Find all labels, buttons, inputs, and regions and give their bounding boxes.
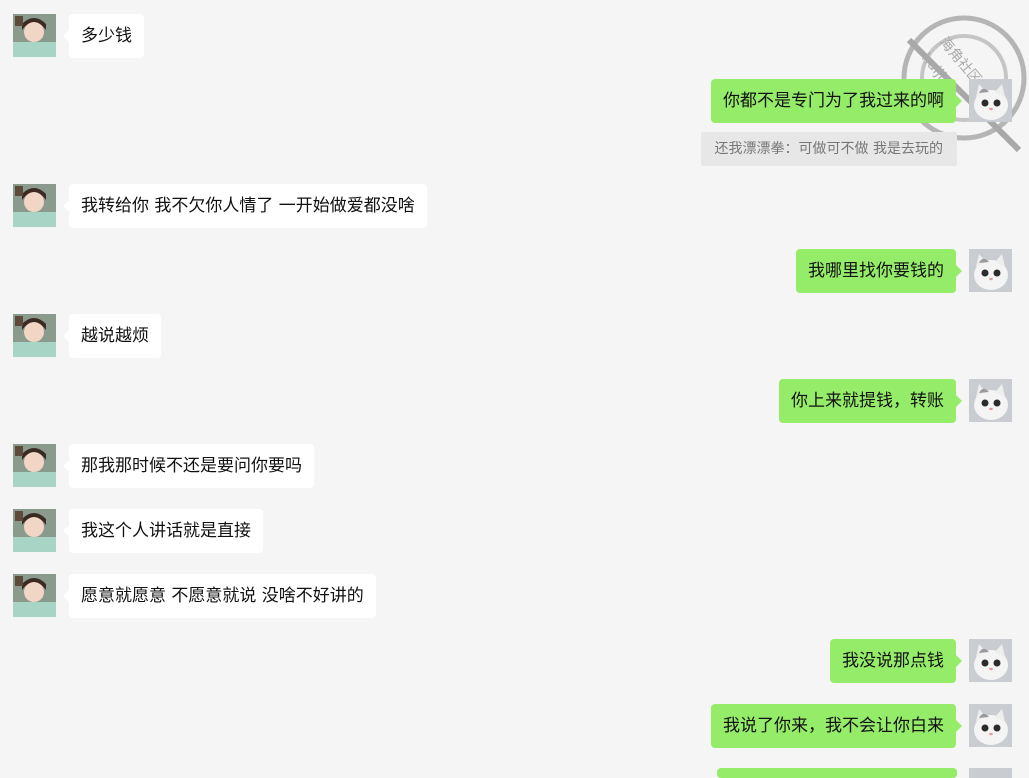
girl-avatar[interactable]: [13, 574, 56, 617]
girl-avatar[interactable]: [13, 314, 56, 357]
chat-bubble[interactable]: 我这个人讲话就是直接: [63, 509, 263, 553]
girl-avatar[interactable]: [13, 184, 56, 227]
message-received: 多少钱: [13, 14, 144, 58]
cat-avatar[interactable]: [969, 639, 1012, 682]
cat-avatar[interactable]: [969, 79, 1012, 122]
message-received: 愿意就愿意 不愿意就说 没啥不好讲的: [13, 574, 376, 618]
cat-avatar[interactable]: [969, 704, 1012, 747]
girl-avatar[interactable]: [13, 14, 56, 57]
message-received: 那我那时候不还是要问你要吗: [13, 444, 314, 488]
chat-bubble[interactable]: 我说了你来，我不会让你白来: [711, 704, 962, 748]
chat-bubble[interactable]: 多少钱: [63, 14, 144, 58]
chat-bubble[interactable]: 你都不是专门为了我过来的啊: [711, 79, 962, 123]
chat-bubble[interactable]: 我哪里找你要钱的: [796, 249, 962, 293]
message-sent: 我哪里找你要钱的: [796, 249, 1012, 293]
chat-bubble[interactable]: 我没说那点钱: [830, 639, 962, 683]
message-received: 越说越烦: [13, 314, 161, 358]
message-sent: 你上来就提钱，转账: [779, 379, 1012, 423]
cat-avatar[interactable]: [969, 249, 1012, 292]
chat-bubble[interactable]: 愿意就愿意 不愿意就说 没啥不好讲的: [63, 574, 376, 618]
girl-avatar[interactable]: [13, 444, 56, 487]
cat-avatar[interactable]: [969, 379, 1012, 422]
cat-avatar[interactable]: [969, 768, 1012, 778]
chat-bubble[interactable]: 你上来就提钱，转账: [779, 379, 962, 423]
chat-bubble[interactable]: 越说越烦: [63, 314, 161, 358]
message-received: 我这个人讲话就是直接: [13, 509, 263, 553]
message-sent: 我没说那点钱: [830, 639, 1012, 683]
quoted-message[interactable]: 还我漂漂拳：可做可不做 我是去玩的: [700, 132, 957, 166]
message-sent: 你都不是专门为了我过来的啊: [711, 79, 1012, 123]
chat-bubble-partial[interactable]: [717, 768, 957, 778]
chat-bubble[interactable]: 我转给你 我不欠你人情了 一开始做爱都没啥: [63, 184, 427, 228]
message-sent: 我说了你来，我不会让你白来: [711, 704, 1012, 748]
chat-bubble[interactable]: 那我那时候不还是要问你要吗: [63, 444, 314, 488]
girl-avatar[interactable]: [13, 509, 56, 552]
message-received: 我转给你 我不欠你人情了 一开始做爱都没啥: [13, 184, 427, 228]
